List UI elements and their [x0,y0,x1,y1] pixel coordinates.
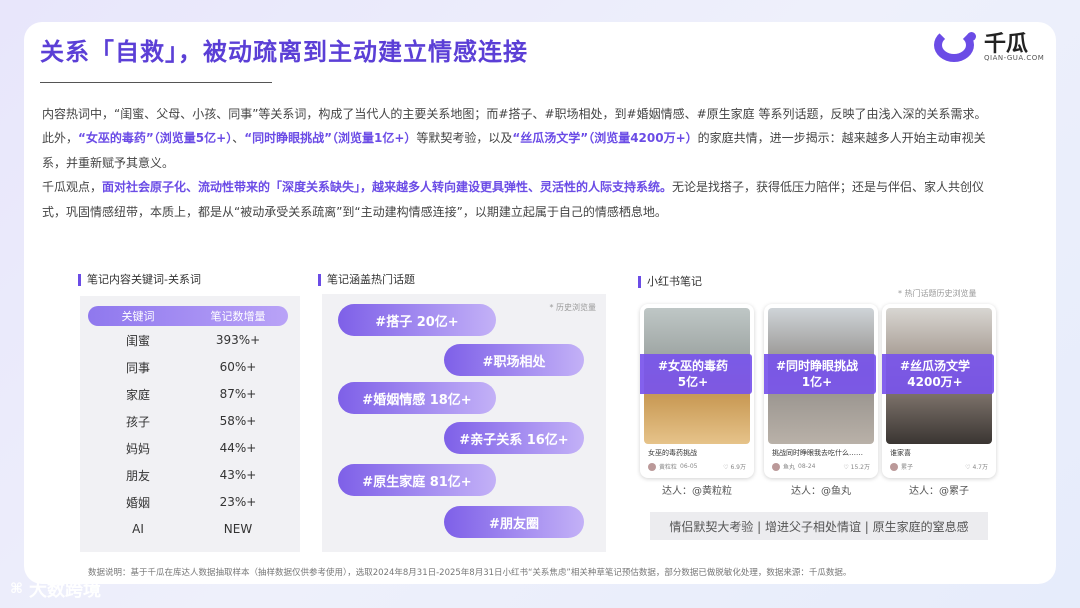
brand-logo: 千瓜 QIAN-GUA.COM [934,24,1054,68]
author-name: 黄粒粒 [659,464,678,471]
growth-cell: 44%+ [219,441,257,455]
note-topic-tag: #同时睁眼挑战 1亿+ [764,354,876,394]
topic-pill: #原生家庭 81亿+ [338,464,496,496]
tag-views: 5亿+ [677,375,709,389]
keyword-cell: 婚姻 [125,495,150,510]
topic-pill: #亲子关系 16亿+ [444,422,584,454]
keyword-cell: AI [132,522,144,536]
xhs-note: * 热门话题历史浏览量 [898,289,977,298]
topics-panel: * 历史浏览量 #搭子 20亿+ #职场相处 #婚姻情感 18亿+ #亲子关系 … [322,294,606,552]
highlight-loofah-soup: “丝瓜汤文学”（浏览量4200万+） [512,131,698,146]
tag-views: 4200万+ [907,375,963,389]
table-row: 妈妈 44%+ [88,438,288,458]
tag-title: #丝瓜汤文学 [899,359,971,373]
author-name: 鱼丸 [783,464,796,471]
xhs-summary-banner: 情侣默契大考验 | 增进父子相处情谊 | 原生家庭的窒息感 [650,512,988,540]
note-caption: 挑战同时睁眼我去吃什么…… [772,449,863,457]
keywords-section-label: 笔记内容关键词-关系词 [78,274,201,286]
topic-pill: #朋友圈 [444,506,584,538]
note-caption: 谁家喜 [890,449,911,457]
talent-label: 达人：@黄粒粒 [662,486,732,497]
page-title: 关系「自救」，被动疏离到主动建立情感连接 [40,38,528,66]
avatar [648,462,656,471]
highlight-witch-poison: “女巫的毒药”（浏览量5亿+） [78,131,233,146]
table-row: 朋友 43%+ [88,465,288,485]
note-author: 鱼丸 08-24 [772,462,815,471]
tag-views: 1亿+ [801,375,833,389]
table-row: 闺蜜 393%+ [88,330,288,350]
note-author: 黄粒粒 06-05 [648,462,697,471]
data-disclaimer: 数据说明：基于千瓜在库达人数据抽取样本（抽样数据仅供参考使用），选取2024年8… [88,568,852,578]
topic-pill: #搭子 20亿+ [338,304,496,336]
title-divider [40,82,272,83]
xhs-note-card[interactable]: #同时睁眼挑战 1亿+ 挑战同时睁眼我去吃什么…… 鱼丸 08-24 ♡ 15.2万 [764,304,878,478]
keywords-table: 关键词 笔记数增量 闺蜜 393%+ 同事 60%+ 家庭 87%+ 孩子 58%+ 妈… [80,296,300,552]
intro-text-segment: 千瓜观点， [42,180,103,195]
note-caption: 女巫的毒药挑战 [648,449,697,457]
tag-title: #同时睁眼挑战 [775,359,859,373]
intro-text-segment: 、 [232,131,245,146]
growth-cell: 60%+ [219,360,257,374]
topic-pill: #婚姻情感 18亿+ [338,382,496,414]
growth-cell: NEW [223,522,253,536]
keyword-cell: 妈妈 [125,441,150,456]
qiangua-logo-icon [934,28,976,62]
xhs-note-card[interactable]: #丝瓜汤文学 4200万+ 谁家喜 累子 ♡ 4.7万 [882,304,996,478]
author-name: 累子 [901,464,914,471]
growth-cell: 393%+ [215,333,261,347]
table-row: 同事 60%+ [88,357,288,377]
xhs-section-label: 小红书笔记 [638,276,702,288]
intro-paragraph-2: 千瓜观点，面对社会原子化、流动性带来的「深度关系缺失」，越来越多人转向建设更具弹… [42,175,992,224]
like-count: 4.7万 [972,464,988,471]
note-date: 06-05 [680,463,698,470]
growth-cell: 23%+ [219,495,257,509]
watermark-logo: ⌘ 大数跨境 [10,576,101,602]
avatar [772,462,780,471]
intro-paragraph-1: 内容热词中，“闺蜜、父母、小孩、同事”等关系词，构成了当代人的主要关系地图；而#… [42,102,992,175]
talent-label: 达人：@累子 [909,486,969,497]
intro-text: 内容热词中，“闺蜜、父母、小孩、同事”等关系词，构成了当代人的主要关系地图；而#… [42,102,992,224]
keyword-cell: 家庭 [125,387,150,402]
growth-cell: 87%+ [219,387,257,401]
tag-title: #女巫的毒药 [657,359,729,373]
highlight-eye-challenge: “同时睁眼挑战”（浏览量1亿+） [244,131,417,146]
brand-url: QIAN-GUA.COM [984,54,1045,62]
like-count: 6.9万 [730,464,746,471]
intro-text-segment: 等默契考验，以及 [416,131,513,146]
note-topic-tag: #女巫的毒药 5亿+ [640,354,752,394]
note-topic-tag: #丝瓜汤文学 4200万+ [882,354,994,394]
column-header-growth: 笔记数增量 [210,310,266,323]
topics-note: * 历史浏览量 [549,303,596,312]
keyword-cell: 朋友 [125,468,150,483]
column-header-keyword: 关键词 [121,310,155,323]
note-author: 累子 [890,462,913,471]
talent-label: 达人：@鱼丸 [791,486,851,497]
growth-cell: 58%+ [219,414,257,428]
keywords-table-header: 关键词 笔记数增量 [88,306,288,326]
table-row: 孩子 58%+ [88,411,288,431]
table-row: AI NEW [88,519,288,539]
keyword-cell: 同事 [125,360,150,375]
note-likes: ♡ 4.7万 [965,464,988,471]
highlight-viewpoint: 面对社会原子化、流动性带来的「深度关系缺失」，越来越多人转向建设更具弹性、灵活性… [102,180,673,195]
topic-pill: #职场相处 [444,344,584,376]
growth-cell: 43%+ [219,468,257,482]
xhs-note-card[interactable]: #女巫的毒药 5亿+ 女巫的毒药挑战 黄粒粒 06-05 ♡ 6.9万 [640,304,754,478]
note-likes: ♡ 15.2万 [843,464,870,471]
topics-section-label: 笔记涵盖热门话题 [318,274,415,286]
like-count: 15.2万 [850,464,870,471]
keyword-cell: 闺蜜 [125,333,150,348]
table-row: 婚姻 23%+ [88,492,288,512]
watermark-icon: ⌘ [10,581,23,597]
watermark-text: 大数跨境 [29,580,101,601]
table-row: 家庭 87%+ [88,384,288,404]
note-date: 08-24 [798,463,816,470]
note-likes: ♡ 6.9万 [723,464,746,471]
keyword-cell: 孩子 [125,414,150,429]
avatar [890,462,898,471]
